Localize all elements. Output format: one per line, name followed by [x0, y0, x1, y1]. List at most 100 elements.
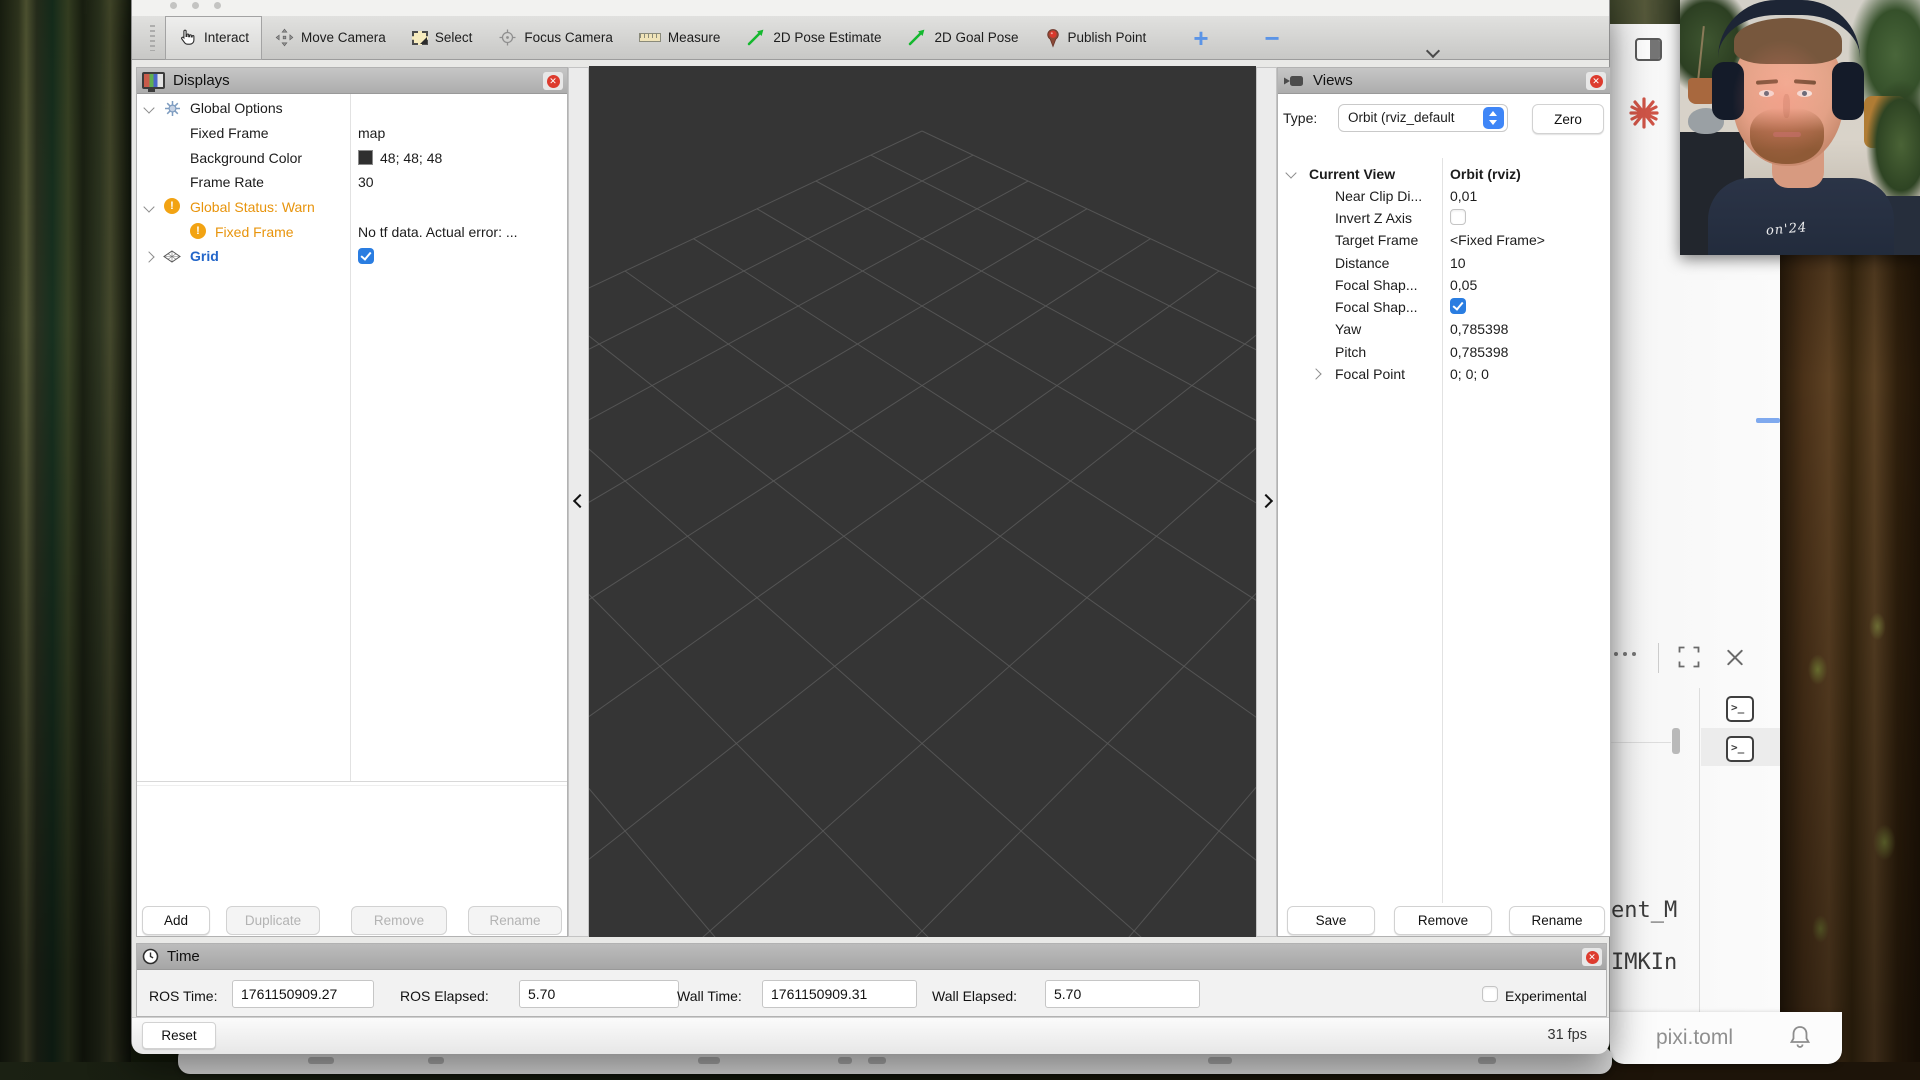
close-icon: [1586, 951, 1599, 964]
wall-elapsed-input[interactable]: 5.70: [1045, 980, 1200, 1008]
tree-row-pitch[interactable]: Pitch 0,785398: [1278, 341, 1610, 363]
expander-icon[interactable]: [143, 201, 154, 212]
ellipsis-menu-icon[interactable]: [1614, 652, 1648, 660]
tree-row-background-color[interactable]: Background Color 48; 48; 48: [137, 146, 567, 171]
color-swatch[interactable]: [358, 150, 373, 165]
selection-box-icon: [412, 31, 428, 45]
close-icon[interactable]: [1726, 648, 1744, 666]
divider: [1699, 688, 1700, 1036]
tool-move-camera[interactable]: Move Camera: [262, 16, 399, 60]
tree-row-global-options[interactable]: Global Options: [137, 96, 567, 121]
window-titlebar[interactable]: [132, 0, 1609, 16]
bell-icon[interactable]: [1788, 1024, 1812, 1050]
tree-row-focal-point[interactable]: Focal Point 0; 0; 0: [1278, 363, 1610, 385]
displays-panel-header[interactable]: Displays: [137, 68, 567, 94]
green-arrow-icon: [746, 28, 766, 47]
fps-counter: 31 fps: [1548, 1027, 1588, 1043]
3d-viewport[interactable]: [589, 66, 1256, 937]
save-button[interactable]: Save: [1287, 906, 1375, 935]
screen-glow: [1732, 40, 1832, 160]
window-statusbar: Reset 31 fps: [132, 1017, 1609, 1054]
expander-icon[interactable]: [143, 102, 154, 113]
experimental-checkbox[interactable]: [1482, 986, 1498, 1002]
time-panel: Time ROS Time: 1761150909.27 ROS Elapsed…: [136, 943, 1607, 1017]
duplicate-button[interactable]: Duplicate: [226, 906, 320, 935]
divider: [1658, 643, 1659, 673]
tree-row-current-view[interactable]: Current View Orbit (rviz): [1278, 163, 1610, 185]
tree-row-fixed-frame-warning[interactable]: Fixed Frame No tf data. Actual error: ..…: [137, 220, 567, 245]
panel-title: Displays: [173, 72, 230, 89]
remove-tool-button[interactable]: −: [1265, 30, 1280, 46]
tree-row-frame-rate[interactable]: Frame Rate 30: [137, 170, 567, 195]
expander-icon[interactable]: [143, 251, 154, 262]
terminal-icon[interactable]: [1726, 696, 1754, 722]
warning-icon: [164, 198, 180, 214]
zero-button[interactable]: Zero: [1532, 104, 1604, 134]
ros-time-input[interactable]: 1761150909.27: [232, 980, 374, 1008]
traffic-light-icon: [170, 2, 177, 9]
wall-elapsed-label: Wall Elapsed:: [932, 988, 1017, 1004]
add-button[interactable]: Add: [142, 906, 210, 935]
close-panel-button[interactable]: [1582, 948, 1602, 966]
panel-collapse-left[interactable]: [568, 67, 589, 937]
file-name[interactable]: pixi.toml: [1656, 1026, 1733, 1050]
expander-icon[interactable]: [1310, 368, 1321, 379]
starburst-icon: [1628, 96, 1660, 130]
map-pin-icon: [1045, 28, 1061, 48]
tree-row-yaw[interactable]: Yaw 0,785398: [1278, 318, 1610, 340]
chevron-right-icon: [1259, 494, 1273, 508]
scrollbar-thumb[interactable]: [1672, 728, 1680, 754]
tool-2d-goal-pose[interactable]: 2D Goal Pose: [894, 16, 1031, 60]
toolbar-drag-handle[interactable]: [150, 25, 155, 51]
rename-button[interactable]: Rename: [1509, 906, 1605, 935]
time-panel-header[interactable]: Time: [137, 944, 1606, 970]
tree-row-focal-shape-size[interactable]: Focal Shap... 0,05: [1278, 274, 1610, 296]
reset-button[interactable]: Reset: [142, 1022, 216, 1049]
panel-title: Time: [167, 948, 200, 965]
clock-icon: [142, 948, 159, 965]
traffic-light-icon: [192, 2, 199, 9]
tree-row-near-clip[interactable]: Near Clip Di... 0,01: [1278, 185, 1610, 207]
terminal-icon[interactable]: [1726, 736, 1754, 762]
panel-collapse-right[interactable]: [1256, 67, 1277, 937]
close-panel-button[interactable]: [1586, 72, 1606, 90]
warning-icon: [190, 223, 206, 239]
add-tool-button[interactable]: +: [1193, 28, 1208, 48]
tree-row-grid[interactable]: Grid: [137, 244, 567, 269]
views-panel-header[interactable]: Views: [1278, 68, 1610, 94]
tree-row-target-frame[interactable]: Target Frame <Fixed Frame>: [1278, 229, 1610, 251]
invert-z-checkbox[interactable]: [1450, 209, 1466, 225]
tree-row-distance[interactable]: Distance 10: [1278, 252, 1610, 274]
grid-icon: [163, 250, 181, 263]
tool-interact[interactable]: Interact: [165, 16, 262, 60]
panel-toggle-icon[interactable]: [1635, 38, 1662, 61]
remove-button[interactable]: Remove: [1394, 906, 1492, 935]
close-icon: [1590, 75, 1603, 88]
remove-button[interactable]: Remove: [351, 906, 447, 935]
expander-icon[interactable]: [1285, 167, 1296, 178]
fullscreen-icon[interactable]: [1678, 646, 1700, 668]
wall-time-input[interactable]: 1761150909.31: [762, 980, 917, 1008]
panel-splitter[interactable]: [137, 781, 567, 786]
tool-select[interactable]: Select: [399, 16, 486, 60]
ros-elapsed-input[interactable]: 5.70: [519, 980, 679, 1008]
tool-2d-pose-estimate[interactable]: 2D Pose Estimate: [733, 16, 894, 60]
close-panel-button[interactable]: [543, 72, 563, 90]
close-icon: [547, 75, 560, 88]
tree-row-invert-z[interactable]: Invert Z Axis: [1278, 207, 1610, 229]
tree-row-global-status[interactable]: Global Status: Warn: [137, 195, 567, 220]
view-type-select[interactable]: Orbit (rviz_default: [1338, 104, 1508, 132]
tool-publish-point[interactable]: Publish Point: [1032, 16, 1160, 60]
chevron-left-icon: [573, 494, 587, 508]
ros-time-label: ROS Time:: [149, 988, 217, 1004]
tool-measure[interactable]: Measure: [626, 16, 734, 60]
wall-time-label: Wall Time:: [677, 988, 742, 1004]
toolbar-overflow-chevron-icon[interactable]: [1426, 44, 1440, 58]
grid-enabled-checkbox[interactable]: [358, 248, 374, 264]
tool-focus-camera[interactable]: Focus Camera: [485, 16, 626, 60]
tree-row-fixed-frame[interactable]: Fixed Frame map: [137, 121, 567, 146]
focal-shape-checkbox[interactable]: [1450, 298, 1466, 314]
rename-button[interactable]: Rename: [468, 906, 562, 935]
tree-row-focal-shape-fixed[interactable]: Focal Shap...: [1278, 296, 1610, 318]
experimental-label: Experimental: [1505, 988, 1587, 1004]
